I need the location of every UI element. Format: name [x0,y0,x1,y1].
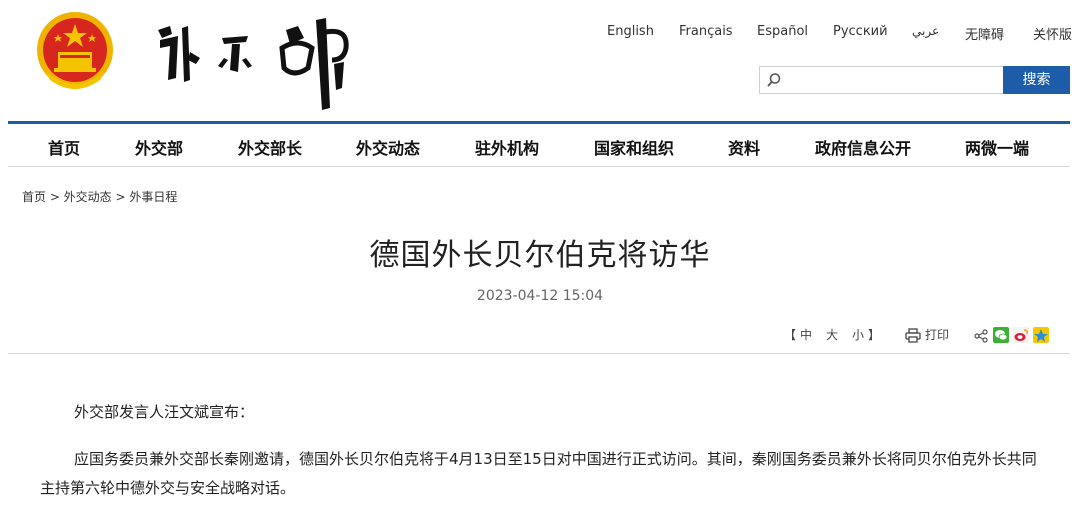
search-bar: 搜索 [759,66,1070,94]
language-switcher: English Français Español Русский عربي 无障… [0,24,1080,44]
qzone-share-icon[interactable] [1033,327,1049,343]
search-input[interactable] [759,66,1005,94]
site-header: English Français Español Русский عربي 无障… [0,0,1080,122]
wechat-share-icon[interactable] [993,327,1009,343]
nav-item-ministry[interactable]: 外交部 [135,135,183,159]
accessibility-link[interactable]: 无障碍 [965,24,1004,43]
article-date: 2023-04-12 15:04 [476,288,604,304]
weibo-share-icon[interactable] [1013,327,1029,343]
nav-item-social-media[interactable]: 两微一端 [965,135,1029,159]
article-toolbar: 【 中 大 小 】 打印 [0,326,1080,346]
main-nav: 首页 外交部 外交部长 外交动态 驻外机构 国家和组织 资料 政府信息公开 两微… [0,124,1080,166]
breadcrumb[interactable]: 首页 > 外交动态 > 外事日程 [22,188,177,205]
lang-french-link[interactable]: Français [679,24,733,39]
nav-item-home[interactable]: 首页 [48,135,80,159]
lang-english-link[interactable]: English [607,24,654,39]
font-size-large-button[interactable]: 中 [800,326,812,343]
font-size-small-button[interactable]: 小 [852,326,864,343]
search-button[interactable]: 搜索 [1003,66,1070,94]
print-icon[interactable] [905,328,921,343]
nav-item-government-info[interactable]: 政府信息公开 [815,135,911,159]
lang-russian-link[interactable]: Русский [833,24,888,39]
share-icon[interactable] [974,329,988,343]
font-size-bracket-close: 】 [868,328,881,342]
elderly-care-link[interactable]: 关怀版 [1033,24,1072,43]
nav-bottom-divider [8,166,1070,167]
nav-item-diplomatic-news[interactable]: 外交动态 [356,135,420,159]
national-emblem-icon[interactable] [36,10,114,92]
search-icon [767,73,781,87]
nav-item-countries-organizations[interactable]: 国家和组织 [594,135,674,159]
article-title: 德国外长贝尔伯克将访华 [369,238,711,273]
article-paragraph: 应国务委员兼外交部长秦刚邀请，德国外长贝尔伯克将于4月13日至15日对中国进行正… [40,450,1037,497]
font-size-bracket-open: 【 [784,328,797,342]
print-button[interactable]: 打印 [925,326,949,343]
nav-item-missions-abroad[interactable]: 驻外机构 [475,135,539,159]
lang-arabic-link[interactable]: عربي [912,24,939,38]
article-paragraph: 外交部发言人汪文斌宣布： [74,403,255,421]
font-size-medium-button[interactable]: 大 [826,326,838,343]
content-divider [8,353,1070,354]
nav-item-resources[interactable]: 资料 [728,135,760,159]
nav-item-minister[interactable]: 外交部长 [238,135,302,159]
lang-spanish-link[interactable]: Español [757,24,808,39]
